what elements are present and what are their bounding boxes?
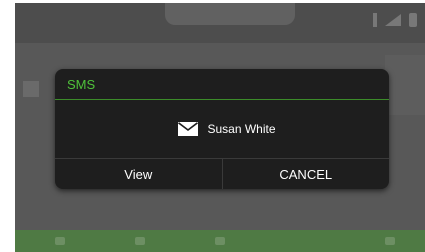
status-icons: [373, 13, 417, 27]
background-panel: [385, 55, 425, 115]
mail-icon: [178, 121, 199, 136]
vibrate-icon: [373, 13, 377, 27]
dialog-actions: View CANCEL: [55, 158, 389, 189]
battery-icon: [409, 13, 417, 27]
status-bar-tab: [165, 3, 295, 25]
dialog-header: SMS: [55, 69, 389, 100]
nav-recent-icon: [215, 237, 225, 245]
message-row: Susan White: [178, 121, 276, 136]
nav-menu-icon: [385, 237, 395, 245]
signal-icon: [385, 14, 401, 26]
sms-notification-dialog: SMS Susan White View CANCEL: [55, 69, 389, 189]
bottom-nav-bar: [15, 230, 425, 252]
view-button[interactable]: View: [55, 159, 223, 189]
nav-home-icon: [135, 237, 145, 245]
nav-back-icon: [55, 237, 65, 245]
dialog-body: Susan White: [55, 100, 389, 157]
status-bar: [15, 3, 425, 43]
sender-name: Susan White: [207, 121, 276, 136]
cancel-button[interactable]: CANCEL: [223, 159, 390, 189]
background-list-icon: [23, 81, 39, 97]
dialog-title: SMS: [67, 77, 96, 92]
